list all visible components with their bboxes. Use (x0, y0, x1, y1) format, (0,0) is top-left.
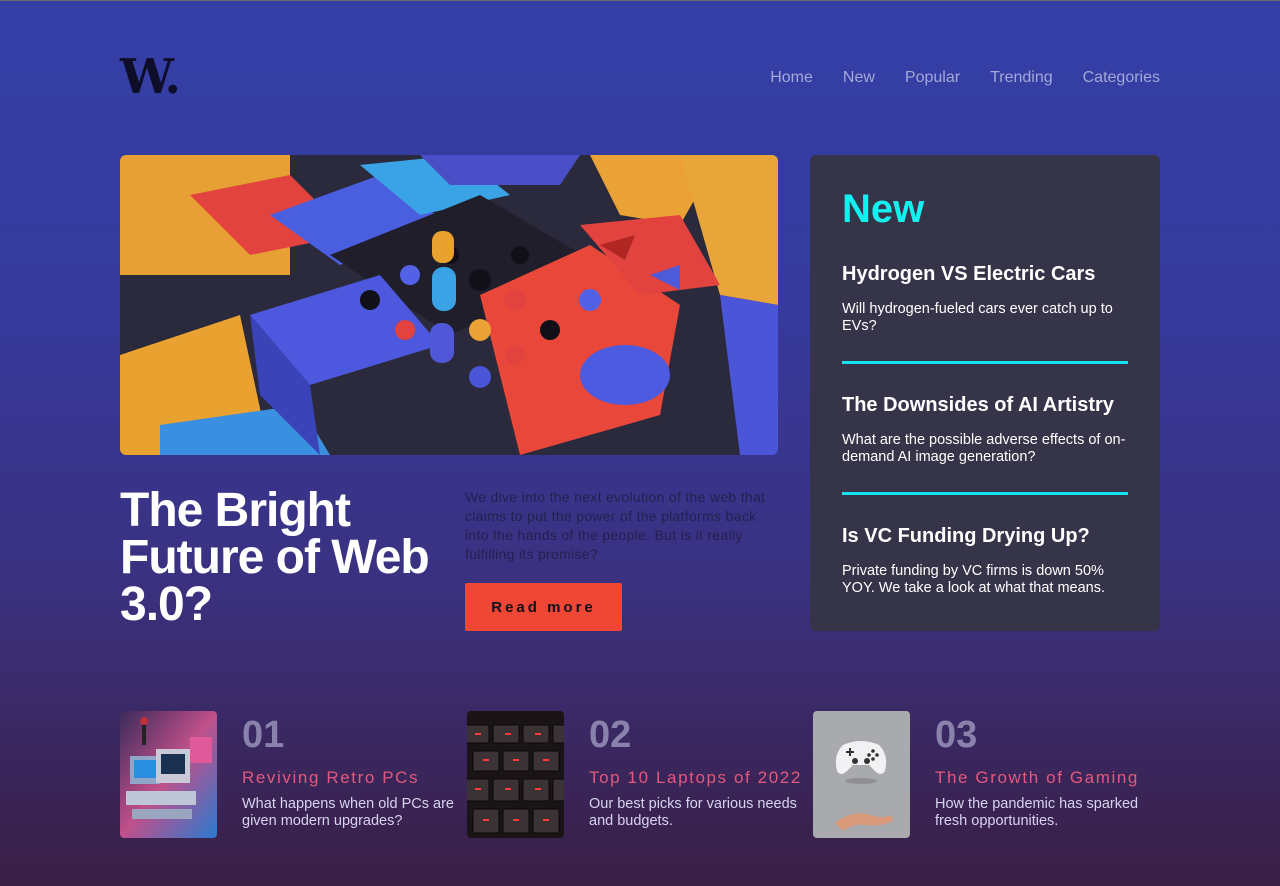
article-title[interactable]: Reviving Retro PCs (242, 768, 419, 788)
article-number: 02 (589, 714, 632, 756)
article-description: Our best picks for various needs and bud… (589, 796, 797, 829)
abstract-blocks-illustration-icon (120, 155, 778, 455)
article-number: 03 (935, 714, 978, 756)
new-articles-panel: New Hydrogen VS Electric Cars Will hydro… (810, 155, 1160, 631)
new-item-description: Will hydrogen-fueled cars ever catch up … (842, 301, 1113, 334)
nav-trending[interactable]: Trending (990, 69, 1053, 87)
article-title[interactable]: Top 10 Laptops of 2022 (589, 768, 802, 788)
featured-article[interactable]: 02 Top 10 Laptops of 2022 Our best picks… (467, 711, 807, 838)
new-item-description: Private funding by VC firms is down 50% … (842, 563, 1106, 596)
article-description: How the pandemic has sparked fresh oppor… (935, 796, 1139, 829)
new-panel-heading: New (842, 187, 925, 231)
featured-article[interactable]: 03 The Growth of Gaming How the pandemic… (813, 711, 1153, 838)
new-item[interactable]: Is VC Funding Drying Up? Private funding… (842, 523, 1128, 597)
main-nav: Home New Popular Trending Categories (770, 69, 1160, 87)
read-more-button[interactable]: Read more (465, 583, 622, 631)
retro-pc-image[interactable] (120, 711, 217, 838)
nav-categories[interactable]: Categories (1083, 69, 1160, 87)
new-item-title[interactable]: The Downsides of AI Artistry (842, 392, 1128, 418)
nav-new[interactable]: New (843, 69, 875, 87)
gamepad-image[interactable] (813, 711, 910, 838)
nav-home[interactable]: Home (770, 69, 813, 87)
divider (842, 361, 1128, 364)
hero-image (120, 155, 778, 455)
new-item[interactable]: The Downsides of AI Artistry What are th… (842, 392, 1128, 466)
retro-pc-photo-icon (120, 711, 217, 838)
new-item[interactable]: Hydrogen VS Electric Cars Will hydrogen-… (842, 261, 1128, 335)
article-description: What happens when old PCs are given mode… (242, 796, 454, 829)
brand-logo[interactable]: W. (120, 53, 181, 101)
keyboard-image[interactable] (467, 711, 564, 838)
hero-title: The Bright Future of Web 3.0? (120, 484, 430, 631)
keyboard-photo-icon (467, 711, 564, 838)
gamepad-photo-icon (813, 711, 910, 838)
nav-popular[interactable]: Popular (905, 69, 960, 87)
featured-article[interactable]: 01 Reviving Retro PCs What happens when … (120, 711, 460, 838)
article-title[interactable]: The Growth of Gaming (935, 768, 1139, 788)
new-item-description: What are the possible adverse effects of… (842, 432, 1126, 465)
divider (842, 492, 1128, 495)
new-item-title[interactable]: Is VC Funding Drying Up? (842, 523, 1128, 549)
hero-description: We dive into the next evolution of the w… (465, 489, 766, 562)
new-item-title[interactable]: Hydrogen VS Electric Cars (842, 261, 1128, 287)
article-number: 01 (242, 714, 285, 756)
